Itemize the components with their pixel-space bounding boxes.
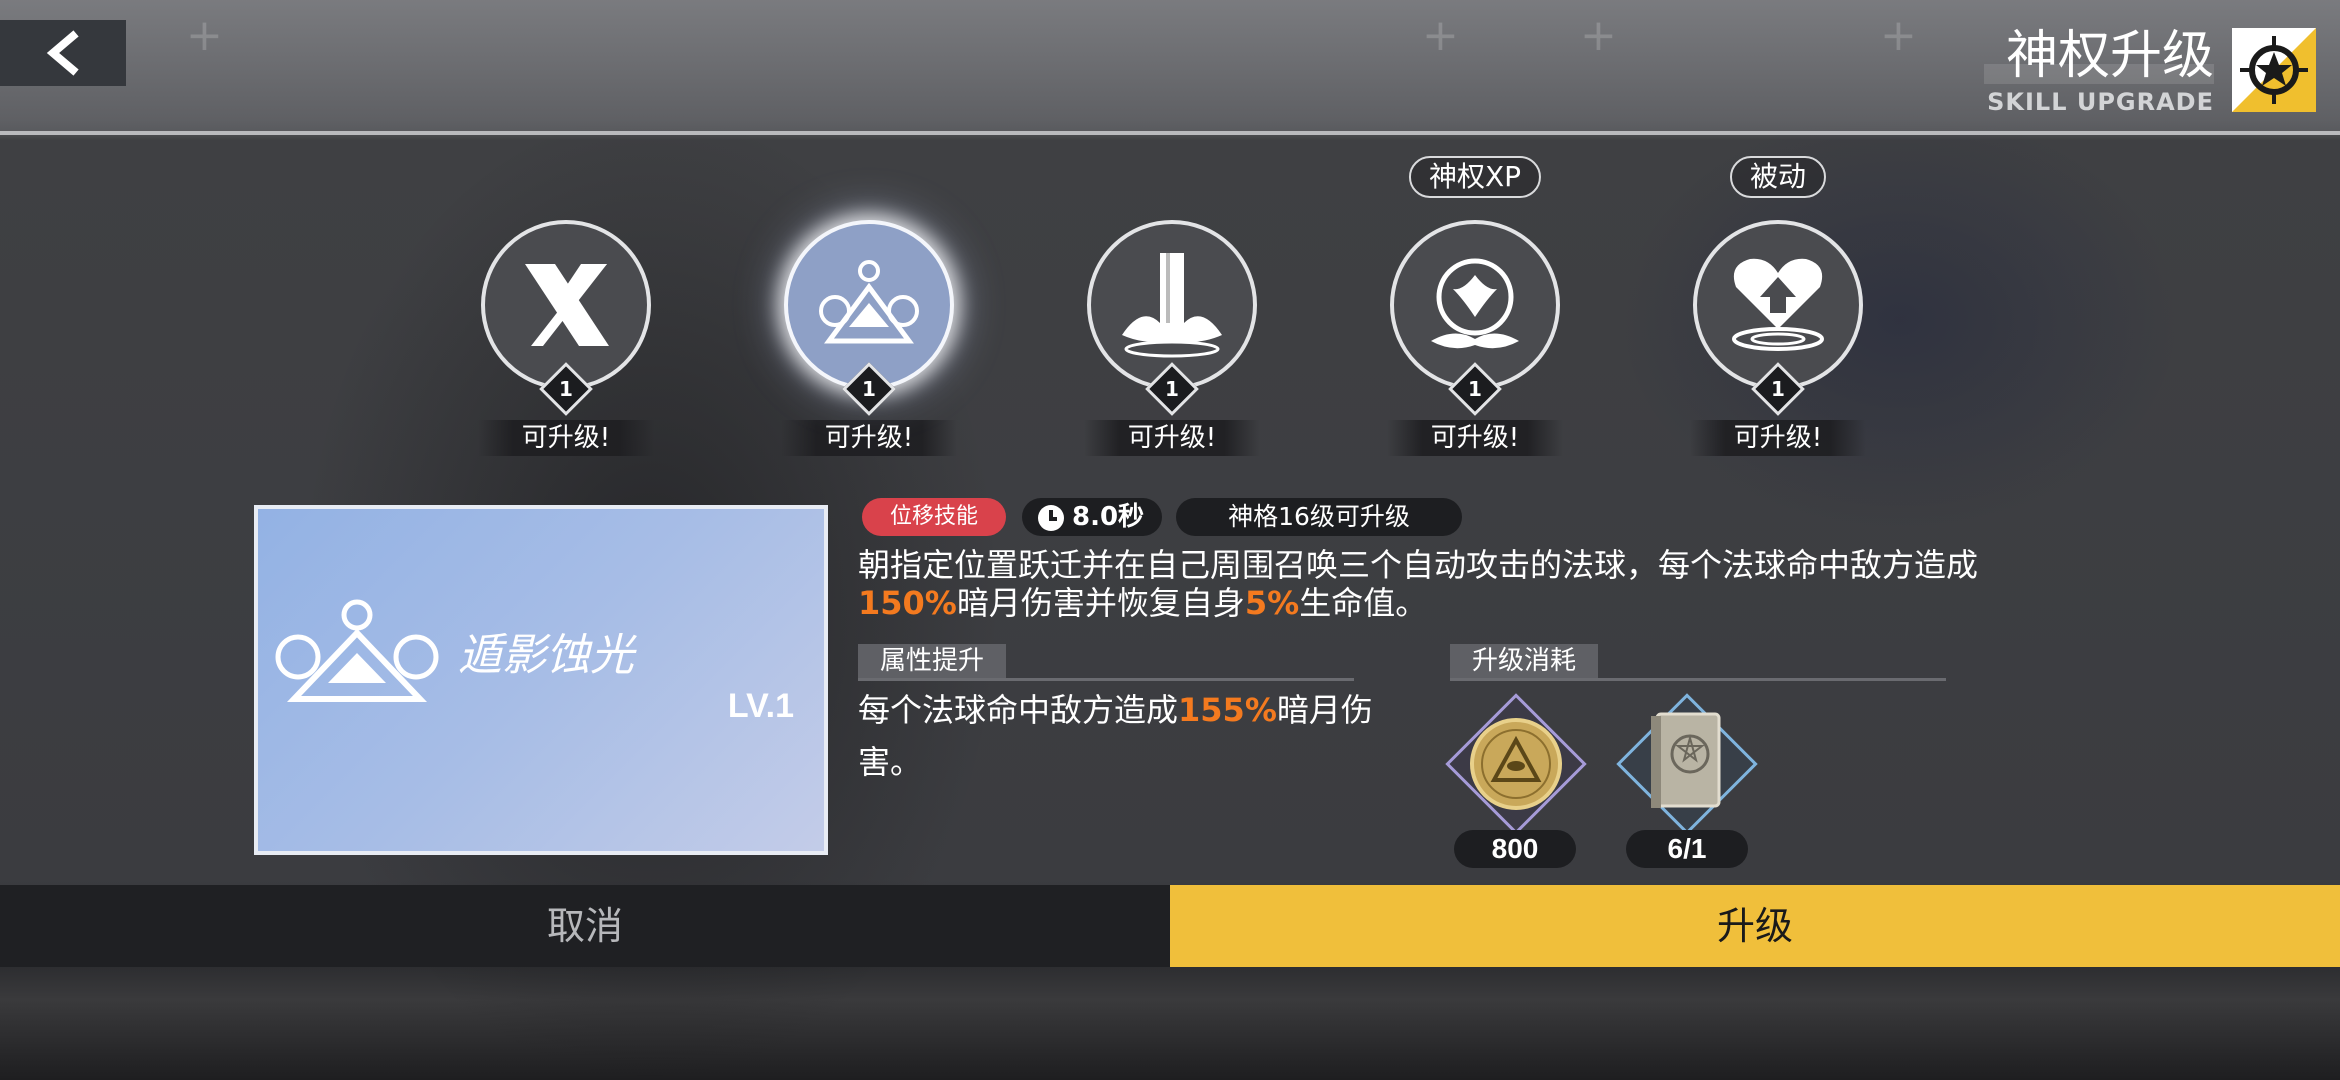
skill-ring-selected: 1 bbox=[784, 220, 954, 416]
cost-header: 升级消耗 bbox=[1450, 644, 1946, 681]
upgrade-status: 可升级! bbox=[478, 420, 654, 456]
skill-level-label: LV.1 bbox=[727, 687, 794, 725]
gold-coin-icon bbox=[1470, 718, 1562, 810]
skill-book-icon bbox=[1651, 712, 1721, 808]
phoenix-orb-icon bbox=[1431, 258, 1519, 349]
cooldown-badge: 8.0秒 bbox=[1022, 498, 1162, 536]
plus-decoration: + bbox=[1580, 10, 1617, 61]
cooldown-value: 8.0秒 bbox=[1072, 502, 1145, 532]
back-button[interactable] bbox=[0, 20, 126, 86]
cancel-button[interactable]: 取消 bbox=[0, 885, 1170, 967]
skill-tag-xp: 神权XP bbox=[1408, 156, 1542, 198]
attr-text: 每个法球命中敌方造成 bbox=[858, 691, 1179, 729]
attr-damage-pct: 155% bbox=[1178, 691, 1277, 729]
pillar-burst-icon bbox=[1122, 253, 1222, 358]
heart-up-icon bbox=[1732, 258, 1824, 351]
cost-item-book[interactable] bbox=[1616, 693, 1758, 835]
cost-gold-count: 800 bbox=[1454, 830, 1576, 868]
skill-slot-5[interactable]: 被动 1 可升级! bbox=[1690, 156, 1866, 456]
skill-slot-1[interactable]: 1 可升级! bbox=[478, 220, 654, 456]
requirement-badge: 神格16级可升级 bbox=[1176, 498, 1462, 536]
plus-decoration: + bbox=[186, 10, 223, 61]
skill-emblem-icon bbox=[2232, 28, 2316, 112]
upgrade-status: 可升级! bbox=[1084, 420, 1260, 456]
top-divider bbox=[0, 131, 2340, 135]
skill-level-badge: 1 bbox=[1145, 362, 1199, 416]
skill-preview-card: 遁影蚀光 LV.1 bbox=[254, 505, 828, 855]
upgrade-status: 可升级! bbox=[781, 420, 957, 456]
attribute-text: 每个法球命中敌方造成155%暗月伤害。 bbox=[858, 684, 1398, 788]
skill-slot-4[interactable]: 神权XP 1 可升级! bbox=[1387, 156, 1563, 456]
skill-tag-passive: 被动 bbox=[1729, 156, 1827, 198]
upgrade-status: 可升级! bbox=[1690, 420, 1866, 456]
skill-level-badge: 1 bbox=[539, 362, 593, 416]
attribute-header: 属性提升 bbox=[858, 644, 1354, 681]
desc-damage-pct: 150% bbox=[858, 584, 957, 622]
desc-text: 暗月伤害并恢复自身 bbox=[956, 584, 1245, 622]
desc-text: 朝指定位置跃迁并在自己周围召唤三个自动攻击的法球，每个法球命中敌方造成 bbox=[858, 546, 1979, 584]
page-subtitle: SKILL UPGRADE bbox=[1987, 88, 2214, 116]
skill-level-badge: 1 bbox=[1448, 362, 1502, 416]
upgrade-status: 可升级! bbox=[1387, 420, 1563, 456]
page-title: 神权升级 bbox=[2005, 26, 2214, 86]
skill-ring: 1 bbox=[1693, 220, 1863, 416]
skill-ring: 1 bbox=[1390, 220, 1560, 416]
upgrade-button[interactable]: 升级 bbox=[1170, 885, 2340, 967]
chevron-left-icon bbox=[46, 30, 79, 76]
skill-ring: 1 bbox=[481, 220, 651, 416]
plus-decoration: + bbox=[1422, 10, 1459, 61]
cost-item-gold[interactable] bbox=[1445, 693, 1587, 835]
skill-level-badge: 1 bbox=[842, 362, 896, 416]
skill-type-badge: 位移技能 bbox=[862, 498, 1006, 536]
cost-book-count: 6/1 bbox=[1626, 830, 1748, 868]
cross-blades-icon bbox=[525, 264, 609, 346]
skill-level-badge: 1 bbox=[1751, 362, 1805, 416]
skill-ring: 1 bbox=[1087, 220, 1257, 416]
orb-triangle-icon bbox=[275, 599, 439, 702]
skill-slot-2[interactable]: 1 可升级! bbox=[781, 220, 957, 456]
orb-triangle-icon bbox=[819, 260, 919, 344]
skill-slot-3[interactable]: 1 可升级! bbox=[1084, 220, 1260, 456]
clock-icon bbox=[1038, 505, 1064, 531]
skill-name: 遁影蚀光 bbox=[458, 630, 634, 681]
desc-text: 生命值。 bbox=[1299, 584, 1428, 622]
desc-heal-pct: 5% bbox=[1244, 584, 1300, 622]
page-title-block: 神权升级 SKILL UPGRADE bbox=[1987, 24, 2214, 116]
plus-decoration: + bbox=[1880, 10, 1917, 61]
skill-description: 朝指定位置跃迁并在自己周围召唤三个自动攻击的法球，每个法球命中敌方造成 150%… bbox=[858, 546, 2108, 622]
